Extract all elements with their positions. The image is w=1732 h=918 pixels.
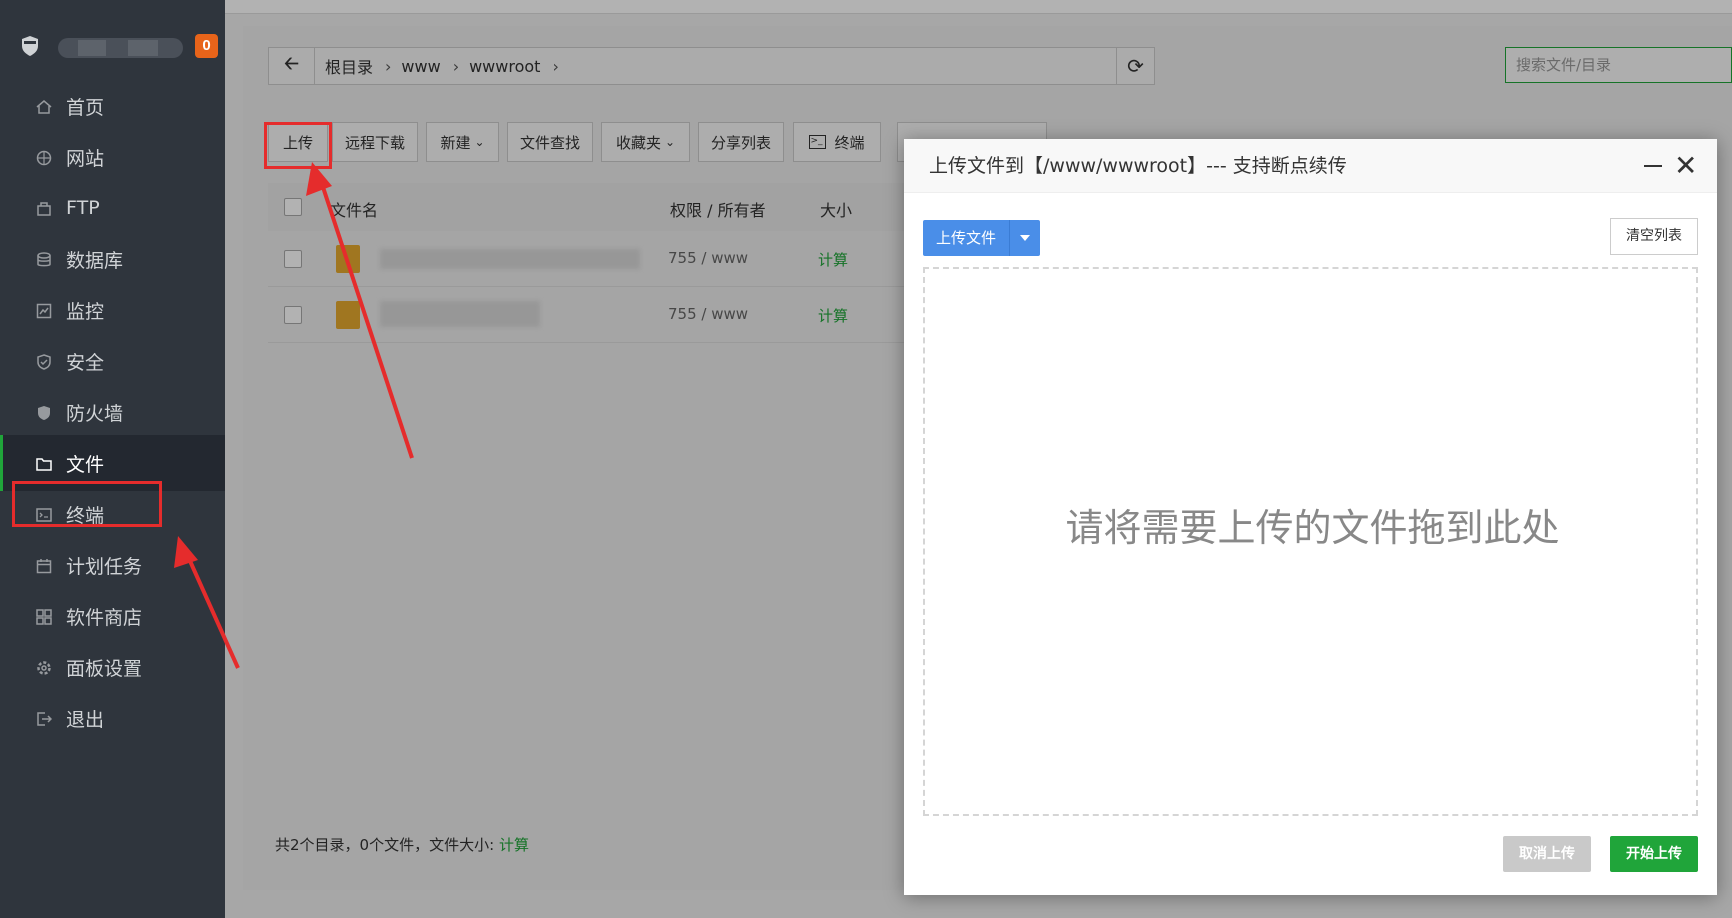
table-header: 文件名 权限 / 所有者 大小 bbox=[268, 183, 908, 231]
apps-icon bbox=[36, 608, 52, 625]
summary-footer: 共2个目录，0个文件，文件大小: 计算 bbox=[275, 836, 529, 854]
start-upload-button[interactable]: 开始上传 bbox=[1610, 836, 1698, 872]
monitor-icon bbox=[36, 302, 52, 319]
breadcrumb-www[interactable]: www › bbox=[401, 57, 459, 76]
sidebar-item-database[interactable]: 数据库 bbox=[0, 231, 225, 287]
row-checkbox[interactable] bbox=[284, 306, 302, 324]
sidebar-item-cron[interactable]: 计划任务 bbox=[0, 537, 225, 593]
terminal-icon: >_ bbox=[809, 135, 827, 149]
sidebar-item-store[interactable]: 软件商店 bbox=[0, 588, 225, 644]
sidebar-item-label: 网站 bbox=[66, 147, 105, 170]
ftp-icon bbox=[36, 200, 52, 216]
sidebar-item-label: 安全 bbox=[66, 351, 105, 374]
browser-top-strip bbox=[225, 0, 1732, 14]
chevron-right-icon: › bbox=[452, 56, 460, 76]
sidebar-item-label: 计划任务 bbox=[66, 555, 143, 578]
breadcrumb-root[interactable]: 根目录 › bbox=[325, 54, 391, 78]
folder-icon bbox=[336, 301, 360, 329]
sidebar-item-label: 防火墙 bbox=[66, 402, 124, 425]
filename-blurred[interactable] bbox=[380, 249, 640, 269]
chevron-right-icon: › bbox=[552, 56, 559, 76]
sidebar-item-ftp[interactable]: FTP bbox=[0, 180, 225, 236]
cancel-upload-button[interactable]: 取消上传 bbox=[1503, 836, 1591, 872]
back-arrow-icon[interactable]: 🡠 bbox=[269, 48, 315, 84]
column-header-size: 大小 bbox=[820, 201, 853, 220]
sidebar-item-label: 文件 bbox=[66, 453, 105, 476]
sidebar-item-monitor[interactable]: 监控 bbox=[0, 282, 225, 338]
row-size-calc[interactable]: 计算 bbox=[818, 249, 848, 270]
folder-icon bbox=[36, 455, 52, 471]
sidebar-item-logout[interactable]: 退出 bbox=[0, 690, 225, 746]
annotation-box-upload bbox=[264, 122, 332, 169]
sidebar-item-label: 面板设置 bbox=[66, 657, 143, 680]
sidebar-item-label: 数据库 bbox=[66, 249, 124, 272]
remote-download-button[interactable]: 远程下载 bbox=[332, 122, 418, 162]
select-all-checkbox[interactable] bbox=[284, 198, 302, 216]
upload-file-button[interactable]: 上传文件 bbox=[923, 220, 1040, 256]
footer-calc-link[interactable]: 计算 bbox=[499, 836, 529, 854]
username-blurred[interactable] bbox=[58, 38, 183, 58]
globe-icon bbox=[36, 149, 52, 166]
search-input[interactable]: 搜索文件/目录 bbox=[1505, 47, 1732, 83]
share-list-button[interactable]: 分享列表 bbox=[698, 122, 784, 162]
row-permission: 755 / www bbox=[668, 249, 749, 267]
upload-dialog: 上传文件到【/www/wwwroot】--- 支持断点续传 ✕ 上传文件 清空列… bbox=[904, 139, 1717, 895]
table-row[interactable]: 755 / www 计算 bbox=[268, 231, 908, 287]
database-icon bbox=[36, 251, 52, 267]
row-permission: 755 / www bbox=[668, 305, 749, 323]
logout-icon bbox=[36, 710, 53, 726]
drop-hint: 请将需要上传的文件拖到此处 bbox=[1065, 506, 1560, 550]
refresh-icon[interactable]: ⟳ bbox=[1116, 48, 1154, 84]
gear-icon bbox=[36, 659, 52, 675]
new-dropdown-button[interactable]: 新建 ⌄ bbox=[426, 122, 499, 162]
column-header-permission: 权限 / 所有者 bbox=[670, 201, 766, 220]
firewall-icon bbox=[36, 404, 52, 420]
sidebar-item-label: 退出 bbox=[66, 708, 105, 731]
dialog-title: 上传文件到【/www/wwwroot】--- 支持断点续传 bbox=[904, 139, 1717, 193]
favorites-dropdown-button[interactable]: 收藏夹 ⌄ bbox=[601, 122, 690, 162]
filename-blurred[interactable] bbox=[380, 301, 540, 327]
minimize-icon[interactable] bbox=[1644, 165, 1662, 167]
notification-badge[interactable]: 0 bbox=[195, 34, 218, 58]
chevron-right-icon: › bbox=[385, 56, 392, 76]
row-checkbox[interactable] bbox=[284, 250, 302, 268]
logo-icon bbox=[20, 35, 40, 57]
sidebar: 0 首页 网站 FTP 数据库 监控 安全 防火墙 文件 终端 计划任务 软件商… bbox=[0, 0, 225, 918]
sidebar-item-security[interactable]: 安全 bbox=[0, 333, 225, 389]
row-size-calc[interactable]: 计算 bbox=[818, 305, 848, 326]
clear-list-button[interactable]: 清空列表 bbox=[1610, 218, 1698, 255]
sidebar-item-label: FTP bbox=[66, 197, 100, 219]
sidebar-item-label: 软件商店 bbox=[66, 606, 143, 629]
chevron-down-icon: ⌄ bbox=[474, 135, 485, 149]
file-search-button[interactable]: 文件查找 bbox=[507, 122, 593, 162]
terminal-button[interactable]: >_ 终端 bbox=[793, 122, 881, 162]
breadcrumb-wwwroot[interactable]: wwwroot › bbox=[469, 57, 559, 76]
annotation-box-files bbox=[12, 481, 162, 527]
sidebar-item-label: 首页 bbox=[66, 96, 105, 119]
sidebar-item-website[interactable]: 网站 bbox=[0, 129, 225, 185]
table-row[interactable]: 755 / www 计算 bbox=[268, 287, 908, 343]
home-icon bbox=[36, 98, 52, 114]
drop-zone[interactable]: 请将需要上传的文件拖到此处 bbox=[923, 267, 1698, 816]
breadcrumb: 🡠 根目录 › www › wwwroot › ⟳ bbox=[268, 47, 1155, 85]
column-header-name: 文件名 bbox=[330, 201, 379, 220]
sidebar-item-label: 监控 bbox=[66, 300, 105, 323]
calendar-icon bbox=[36, 557, 52, 574]
folder-icon bbox=[336, 245, 360, 273]
sidebar-item-settings[interactable]: 面板设置 bbox=[0, 639, 225, 695]
shield-icon bbox=[36, 353, 52, 370]
chevron-down-icon: ⌄ bbox=[664, 135, 676, 149]
caret-down-icon[interactable] bbox=[1010, 220, 1040, 256]
sidebar-item-home[interactable]: 首页 bbox=[0, 78, 225, 134]
close-icon[interactable]: ✕ bbox=[1674, 151, 1697, 181]
sidebar-item-firewall[interactable]: 防火墙 bbox=[0, 384, 225, 440]
